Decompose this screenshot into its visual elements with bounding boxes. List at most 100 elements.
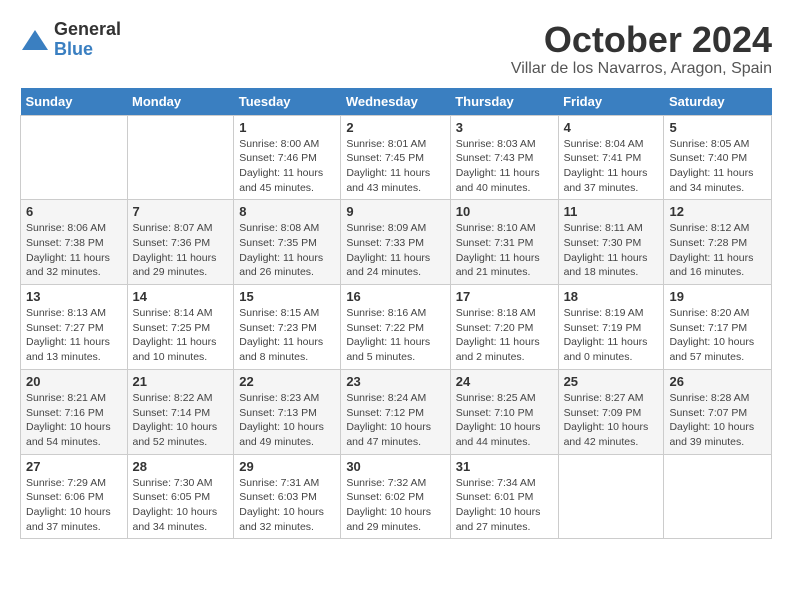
weekday-header: Monday [127, 88, 234, 116]
day-number: 7 [133, 204, 229, 219]
location: Villar de los Navarros, Aragon, Spain [511, 60, 772, 78]
day-detail: Sunrise: 8:04 AM Sunset: 7:41 PM Dayligh… [564, 137, 659, 196]
calendar-week-row: 13 Sunrise: 8:13 AM Sunset: 7:27 PM Dayli… [21, 285, 772, 370]
calendar-cell: 29 Sunrise: 7:31 AM Sunset: 6:03 PM Dayli… [234, 454, 341, 539]
calendar-cell: 13 Sunrise: 8:13 AM Sunset: 7:27 PM Dayli… [21, 285, 128, 370]
day-number: 15 [239, 289, 335, 304]
calendar-cell: 31 Sunrise: 7:34 AM Sunset: 6:01 PM Dayli… [450, 454, 558, 539]
day-detail: Sunrise: 8:28 AM Sunset: 7:07 PM Dayligh… [669, 391, 766, 450]
day-number: 16 [346, 289, 444, 304]
day-number: 31 [456, 459, 553, 474]
day-detail: Sunrise: 8:11 AM Sunset: 7:30 PM Dayligh… [564, 221, 659, 280]
weekday-header: Sunday [21, 88, 128, 116]
calendar-cell: 14Sunrise: 8:14 AM Sunset: 7:25 PM Dayli… [127, 285, 234, 370]
day-detail: Sunrise: 8:08 AM Sunset: 7:35 PM Dayligh… [239, 221, 335, 280]
calendar-cell [21, 115, 128, 200]
logo: General Blue [20, 20, 121, 60]
day-number: 17 [456, 289, 553, 304]
calendar-cell: 26 Sunrise: 8:28 AM Sunset: 7:07 PM Dayli… [664, 369, 772, 454]
calendar-cell: 23 Sunrise: 8:24 AM Sunset: 7:12 PM Dayli… [341, 369, 450, 454]
day-number: 14 [133, 289, 229, 304]
logo-icon [20, 25, 50, 55]
day-detail: Sunrise: 8:01 AM Sunset: 7:45 PM Dayligh… [346, 137, 444, 196]
day-number: 23 [346, 374, 444, 389]
logo-text: General Blue [54, 20, 121, 60]
calendar-cell: 19 Sunrise: 8:20 AM Sunset: 7:17 PM Dayli… [664, 285, 772, 370]
day-number: 20 [26, 374, 122, 389]
calendar-cell: 15 Sunrise: 8:15 AM Sunset: 7:23 PM Dayli… [234, 285, 341, 370]
calendar-cell: 30Sunrise: 7:32 AM Sunset: 6:02 PM Dayli… [341, 454, 450, 539]
calendar-cell [664, 454, 772, 539]
day-detail: Sunrise: 8:03 AM Sunset: 7:43 PM Dayligh… [456, 137, 553, 196]
day-detail: Sunrise: 8:10 AM Sunset: 7:31 PM Dayligh… [456, 221, 553, 280]
day-detail: Sunrise: 8:06 AM Sunset: 7:38 PM Dayligh… [26, 221, 122, 280]
day-detail: Sunrise: 8:20 AM Sunset: 7:17 PM Dayligh… [669, 306, 766, 365]
day-detail: Sunrise: 8:00 AM Sunset: 7:46 PM Dayligh… [239, 137, 335, 196]
weekday-header: Thursday [450, 88, 558, 116]
day-number: 28 [133, 459, 229, 474]
calendar-cell: 3 Sunrise: 8:03 AM Sunset: 7:43 PM Daylig… [450, 115, 558, 200]
calendar-week-row: 20Sunrise: 8:21 AM Sunset: 7:16 PM Dayli… [21, 369, 772, 454]
day-number: 4 [564, 120, 659, 135]
weekday-header: Saturday [664, 88, 772, 116]
calendar-cell: 1Sunrise: 8:00 AM Sunset: 7:46 PM Daylig… [234, 115, 341, 200]
calendar-cell: 2 Sunrise: 8:01 AM Sunset: 7:45 PM Daylig… [341, 115, 450, 200]
calendar-week-row: 6Sunrise: 8:06 AM Sunset: 7:38 PM Daylig… [21, 200, 772, 285]
day-detail: Sunrise: 8:15 AM Sunset: 7:23 PM Dayligh… [239, 306, 335, 365]
day-number: 22 [239, 374, 335, 389]
calendar-cell: 12 Sunrise: 8:12 AM Sunset: 7:28 PM Dayli… [664, 200, 772, 285]
day-detail: Sunrise: 8:13 AM Sunset: 7:27 PM Dayligh… [26, 306, 122, 365]
day-number: 30 [346, 459, 444, 474]
calendar-cell: 5Sunrise: 8:05 AM Sunset: 7:40 PM Daylig… [664, 115, 772, 200]
calendar-cell: 17 Sunrise: 8:18 AM Sunset: 7:20 PM Dayli… [450, 285, 558, 370]
day-number: 25 [564, 374, 659, 389]
day-detail: Sunrise: 7:30 AM Sunset: 6:05 PM Dayligh… [133, 476, 229, 535]
day-detail: Sunrise: 7:29 AM Sunset: 6:06 PM Dayligh… [26, 476, 122, 535]
day-number: 19 [669, 289, 766, 304]
day-number: 24 [456, 374, 553, 389]
day-detail: Sunrise: 8:05 AM Sunset: 7:40 PM Dayligh… [669, 137, 766, 196]
calendar-table: SundayMondayTuesdayWednesdayThursdayFrid… [20, 88, 772, 540]
day-number: 9 [346, 204, 444, 219]
calendar-cell: 4 Sunrise: 8:04 AM Sunset: 7:41 PM Daylig… [558, 115, 664, 200]
day-number: 12 [669, 204, 766, 219]
day-detail: Sunrise: 8:22 AM Sunset: 7:14 PM Dayligh… [133, 391, 229, 450]
day-detail: Sunrise: 8:09 AM Sunset: 7:33 PM Dayligh… [346, 221, 444, 280]
day-number: 26 [669, 374, 766, 389]
page-header: General Blue October 2024 Villar de los … [20, 20, 772, 78]
day-number: 27 [26, 459, 122, 474]
weekday-header: Tuesday [234, 88, 341, 116]
calendar-cell: 16 Sunrise: 8:16 AM Sunset: 7:22 PM Dayli… [341, 285, 450, 370]
day-detail: Sunrise: 8:07 AM Sunset: 7:36 PM Dayligh… [133, 221, 229, 280]
day-detail: Sunrise: 8:12 AM Sunset: 7:28 PM Dayligh… [669, 221, 766, 280]
day-detail: Sunrise: 8:24 AM Sunset: 7:12 PM Dayligh… [346, 391, 444, 450]
calendar-cell: 24 Sunrise: 8:25 AM Sunset: 7:10 PM Dayli… [450, 369, 558, 454]
day-detail: Sunrise: 8:18 AM Sunset: 7:20 PM Dayligh… [456, 306, 553, 365]
calendar-cell: 27 Sunrise: 7:29 AM Sunset: 6:06 PM Dayli… [21, 454, 128, 539]
title-area: October 2024 Villar de los Navarros, Ara… [511, 20, 772, 78]
calendar-cell: 11 Sunrise: 8:11 AM Sunset: 7:30 PM Dayli… [558, 200, 664, 285]
weekday-header: Wednesday [341, 88, 450, 116]
calendar-cell: 28 Sunrise: 7:30 AM Sunset: 6:05 PM Dayli… [127, 454, 234, 539]
day-number: 2 [346, 120, 444, 135]
weekday-header: Friday [558, 88, 664, 116]
day-number: 10 [456, 204, 553, 219]
day-detail: Sunrise: 8:16 AM Sunset: 7:22 PM Dayligh… [346, 306, 444, 365]
calendar-cell: 7 Sunrise: 8:07 AM Sunset: 7:36 PM Daylig… [127, 200, 234, 285]
month-title: October 2024 [511, 20, 772, 60]
day-number: 3 [456, 120, 553, 135]
day-number: 11 [564, 204, 659, 219]
calendar-cell: 20Sunrise: 8:21 AM Sunset: 7:16 PM Dayli… [21, 369, 128, 454]
calendar-cell: 22Sunrise: 8:23 AM Sunset: 7:13 PM Dayli… [234, 369, 341, 454]
day-number: 21 [133, 374, 229, 389]
day-number: 8 [239, 204, 335, 219]
calendar-week-row: 27 Sunrise: 7:29 AM Sunset: 6:06 PM Dayli… [21, 454, 772, 539]
day-detail: Sunrise: 7:31 AM Sunset: 6:03 PM Dayligh… [239, 476, 335, 535]
day-detail: Sunrise: 7:34 AM Sunset: 6:01 PM Dayligh… [456, 476, 553, 535]
day-detail: Sunrise: 8:25 AM Sunset: 7:10 PM Dayligh… [456, 391, 553, 450]
day-number: 29 [239, 459, 335, 474]
logo-general: General [54, 20, 121, 40]
calendar-cell: 21 Sunrise: 8:22 AM Sunset: 7:14 PM Dayli… [127, 369, 234, 454]
calendar-cell [558, 454, 664, 539]
day-number: 13 [26, 289, 122, 304]
